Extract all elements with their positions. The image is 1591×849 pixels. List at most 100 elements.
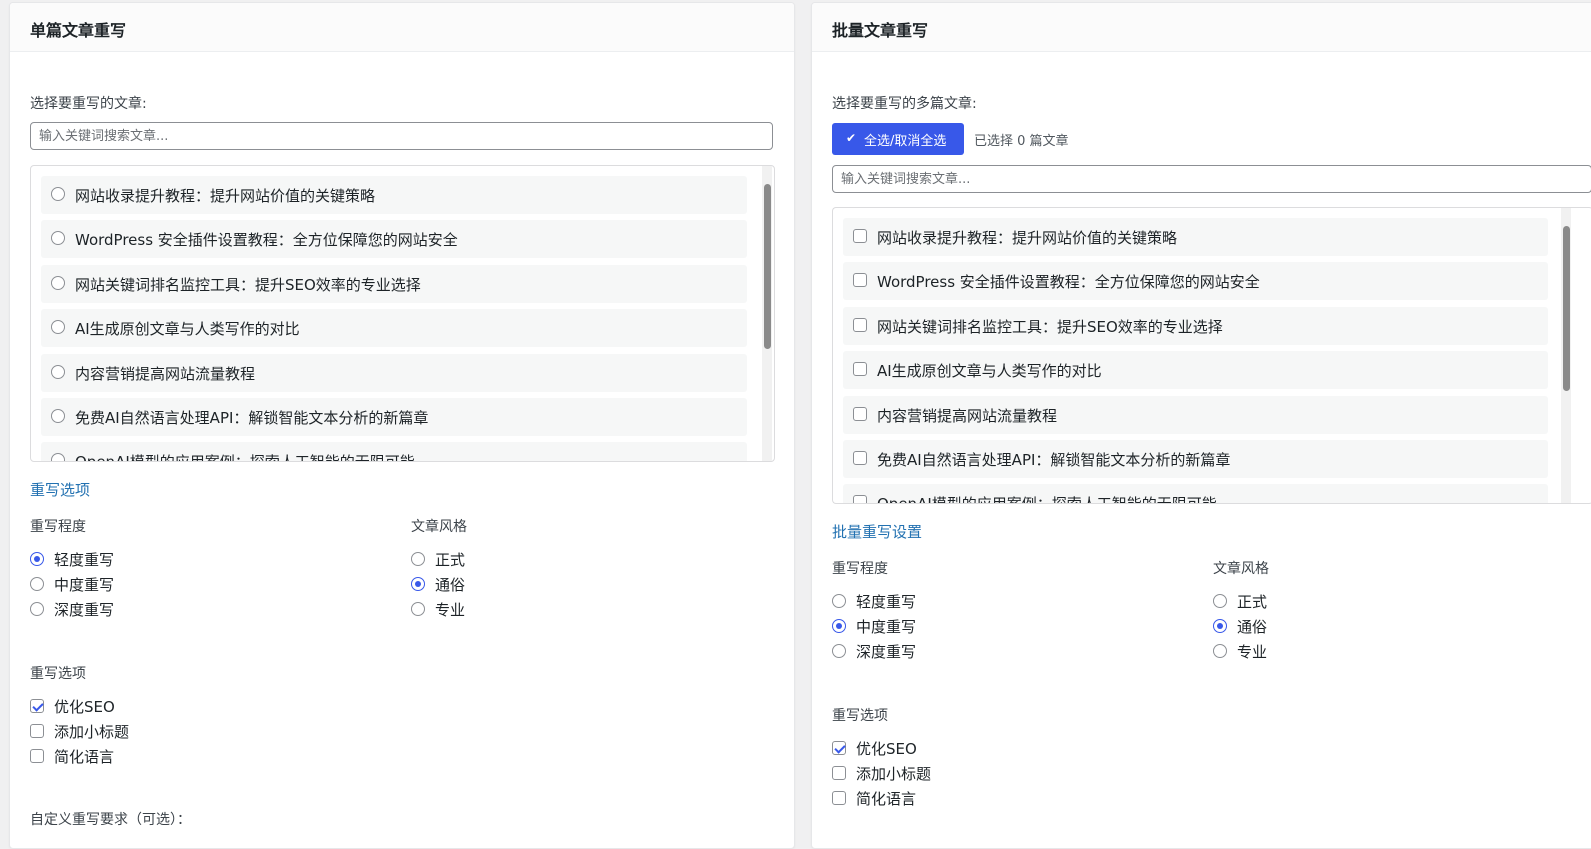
batch-article-title: OpenAI模型的应用案例：探索人工智能的无限可能: [877, 493, 1217, 503]
batch-style-option-label: 正式: [1237, 593, 1268, 611]
single-select-label: 选择要重写的文章:: [30, 96, 147, 112]
batch-article-title: AI生成原创文章与人类写作的对比: [877, 362, 1102, 381]
batch-checkbox[interactable]: [832, 791, 846, 805]
batch-degree-option-label: 深度重写: [856, 643, 917, 661]
batch-search-input[interactable]: [832, 165, 1591, 193]
batch-style-radio[interactable]: [1213, 619, 1227, 633]
batch-settings-title[interactable]: 批量重写设置: [832, 521, 922, 542]
batch-article-list[interactable]: 网站收录提升教程：提升网站价值的关键策略 WordPress 安全插件设置教程：全…: [832, 207, 1591, 504]
batch-panel-title: 批量文章重写: [832, 21, 929, 40]
single-degree-radio[interactable]: [30, 577, 44, 591]
batch-article-check[interactable]: [853, 273, 867, 288]
single-style-radio[interactable]: [411, 552, 425, 566]
single-checkbox[interactable]: [30, 749, 44, 763]
selected-count: 已选择 0 篇文章: [974, 134, 1069, 149]
single-check-label: 简化语言: [54, 748, 115, 766]
single-article-title: 网站收录提升教程：提升网站价值的关键策略: [75, 187, 376, 205]
single-article-radio[interactable]: [51, 275, 65, 290]
single-article-item[interactable]: 网站收录提升教程：提升网站价值的关键策略: [41, 176, 747, 214]
batch-article-item[interactable]: WordPress 安全插件设置教程：全方位保障您的网站安全: [843, 262, 1548, 301]
single-degree-option-label: 深度重写: [54, 601, 115, 619]
batch-article-title: 网站关键词排名监控工具：提升SEO效率的专业选择: [877, 317, 1223, 336]
single-article-title: WordPress 安全插件设置教程：全方位保障您的网站安全: [75, 231, 458, 250]
select-all-button[interactable]: ✔ 全选/取消全选: [832, 123, 964, 155]
batch-article-check[interactable]: [853, 495, 867, 503]
single-degree-radio[interactable]: [30, 552, 44, 566]
batch-degree-radio[interactable]: [832, 619, 846, 633]
batch-check-label: 优化SEO: [856, 740, 917, 758]
batch-list-scrollbar[interactable]: [1561, 208, 1571, 503]
single-article-radio[interactable]: [51, 231, 65, 246]
single-article-item[interactable]: 网站关键词排名监控工具：提升SEO效率的专业选择: [41, 264, 747, 303]
batch-article-title: WordPress 安全插件设置教程：全方位保障您的网站安全: [877, 273, 1260, 292]
single-style-option-label: 专业: [435, 601, 466, 619]
batch-article-check[interactable]: [853, 451, 867, 465]
single-checkbox[interactable]: [30, 699, 44, 713]
batch-style-radio[interactable]: [1213, 594, 1227, 608]
single-rewrite-checks-label: 重写选项: [30, 666, 86, 682]
batch-style-radio[interactable]: [1213, 644, 1227, 658]
batch-degree-option-label: 轻度重写: [856, 593, 917, 611]
single-article-item[interactable]: WordPress 安全插件设置教程：全方位保障您的网站安全: [41, 220, 747, 259]
batch-select-label: 选择要重写的多篇文章:: [832, 96, 977, 112]
batch-article-item[interactable]: 网站收录提升教程：提升网站价值的关键策略: [843, 218, 1548, 256]
single-article-radio[interactable]: [51, 409, 65, 423]
single-article-item[interactable]: OpenAI模型的应用案例：探索人工智能的无限可能: [41, 442, 747, 461]
batch-article-item[interactable]: 免费AI自然语言处理API：解锁智能文本分析的新篇章: [843, 440, 1548, 478]
batch-article-check[interactable]: [853, 406, 867, 421]
batch-degree-radio[interactable]: [832, 594, 846, 608]
single-degree-option-label: 中度重写: [54, 576, 115, 594]
batch-article-title: 免费AI自然语言处理API：解锁智能文本分析的新篇章: [877, 451, 1231, 469]
single-article-title: 网站关键词排名监控工具：提升SEO效率的专业选择: [75, 275, 421, 294]
single-checkbox[interactable]: [30, 724, 44, 738]
batch-checkbox[interactable]: [832, 741, 846, 755]
batch-style-label: 文章风格: [1213, 561, 1269, 577]
single-article-item[interactable]: 免费AI自然语言处理API：解锁智能文本分析的新篇章: [41, 398, 747, 436]
checkmark-icon: ✔: [846, 131, 857, 145]
single-rewrite-panel: 单篇文章重写 选择要重写的文章: 网站收录提升教程：提升网站价值的关键策略 Wor…: [9, 2, 795, 849]
batch-list-scroll-thumb[interactable]: [1563, 226, 1570, 391]
single-article-item[interactable]: AI生成原创文章与人类写作的对比: [41, 309, 747, 348]
single-custom-label: 自定义重写要求（可选）：: [30, 812, 191, 828]
batch-article-check[interactable]: [853, 362, 867, 377]
single-list-scroll-thumb[interactable]: [764, 184, 771, 349]
single-list-scrollbar[interactable]: [762, 166, 772, 461]
batch-style-option-label: 通俗: [1237, 618, 1268, 636]
single-style-option-label: 正式: [435, 551, 466, 569]
batch-panel-header: 批量文章重写: [812, 3, 1591, 52]
batch-check-label: 添加小标题: [856, 765, 932, 783]
single-style-label: 文章风格: [411, 519, 467, 535]
batch-checkbox[interactable]: [832, 766, 846, 780]
batch-rewrite-checks-label: 重写选项: [832, 708, 888, 724]
batch-check-label: 简化语言: [856, 790, 917, 808]
batch-style-option-label: 专业: [1237, 643, 1268, 661]
batch-article-item[interactable]: 内容营销提高网站流量教程: [843, 395, 1548, 434]
single-search-input[interactable]: [30, 122, 773, 150]
single-article-radio[interactable]: [51, 187, 65, 201]
batch-article-item[interactable]: 网站关键词排名监控工具：提升SEO效率的专业选择: [843, 306, 1548, 345]
batch-article-check[interactable]: [853, 229, 867, 243]
batch-article-item[interactable]: AI生成原创文章与人类写作的对比: [843, 351, 1548, 390]
batch-article-title: 网站收录提升教程：提升网站价值的关键策略: [877, 229, 1178, 247]
batch-article-item[interactable]: OpenAI模型的应用案例：探索人工智能的无限可能: [843, 484, 1548, 503]
batch-rewrite-panel: 批量文章重写 选择要重写的多篇文章: ✔ 全选/取消全选 已选择 0 篇文章 网…: [811, 2, 1591, 849]
single-rewrite-options-title[interactable]: 重写选项: [30, 479, 90, 500]
single-style-radio[interactable]: [411, 577, 425, 591]
single-article-radio[interactable]: [51, 453, 65, 461]
single-check-label: 添加小标题: [54, 723, 130, 741]
single-article-radio[interactable]: [51, 320, 65, 335]
single-style-option-label: 通俗: [435, 576, 466, 594]
batch-article-check[interactable]: [853, 317, 867, 332]
select-all-button-label: 全选/取消全选: [864, 134, 947, 149]
single-article-list[interactable]: 网站收录提升教程：提升网站价值的关键策略 WordPress 安全插件设置教程：全…: [30, 165, 775, 462]
single-degree-radio[interactable]: [30, 602, 44, 616]
batch-degree-radio[interactable]: [832, 644, 846, 658]
single-article-radio[interactable]: [51, 364, 65, 379]
batch-article-title: 内容营销提高网站流量教程: [877, 406, 1058, 425]
batch-degree-label: 重写程度: [832, 561, 888, 577]
single-article-item[interactable]: 内容营销提高网站流量教程: [41, 353, 747, 392]
single-degree-label: 重写程度: [30, 519, 86, 535]
single-style-radio[interactable]: [411, 602, 425, 616]
single-panel-title: 单篇文章重写: [30, 21, 127, 40]
single-check-label: 优化SEO: [54, 698, 115, 716]
